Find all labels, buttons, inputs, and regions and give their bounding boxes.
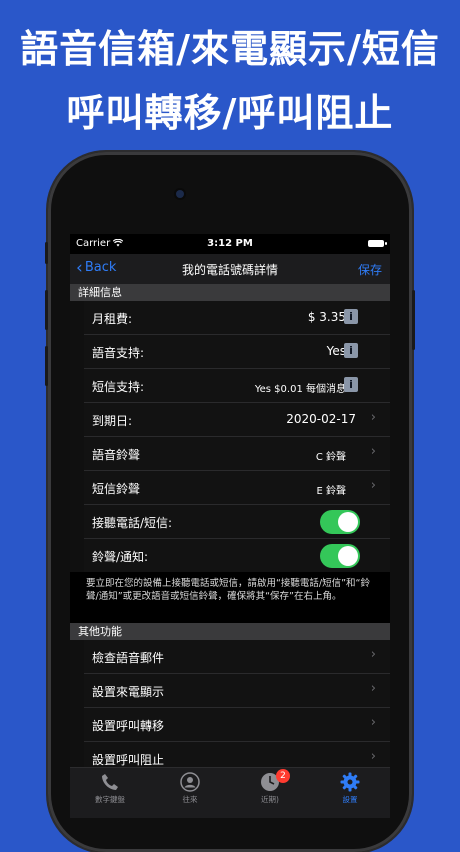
- contact-icon: [180, 772, 200, 792]
- other-features-list: 檢查語音郵件 › 設置來電顯示 › 設置呼叫轉移 › 設置呼叫阻止 ›: [70, 640, 390, 776]
- chevron-right-icon: ›: [370, 410, 376, 425]
- tab-label: 近期): [261, 795, 279, 804]
- gear-icon: [340, 772, 360, 792]
- notification-badge: 2: [276, 769, 290, 783]
- phone-silent-switch: [45, 242, 48, 264]
- chevron-right-icon: ›: [370, 444, 376, 459]
- info-icon[interactable]: i: [344, 309, 358, 324]
- phone-volume-up: [45, 290, 48, 330]
- row-label: 接聽電話/短信:: [92, 516, 173, 530]
- row-label: 設置呼叫轉移: [92, 719, 165, 733]
- save-button[interactable]: 保存: [358, 261, 382, 278]
- page-title: 我的電話號碼詳情: [181, 263, 278, 277]
- ringtone-notify-toggle[interactable]: [320, 544, 360, 568]
- row-value: Yes $0.01 每個消息: [254, 384, 346, 395]
- toggle-knob: [338, 546, 358, 566]
- phone-power-button: [412, 290, 415, 350]
- row-label: 鈴聲/通知:: [92, 550, 149, 564]
- camera-icon: [176, 190, 184, 198]
- chevron-right-icon: ›: [370, 681, 376, 696]
- battery-icon: [368, 240, 387, 247]
- row-sms-support: 短信支持: Yes $0.01 每個消息 i: [84, 369, 390, 403]
- chevron-right-icon: ›: [370, 478, 376, 493]
- answer-calls-toggle[interactable]: [320, 510, 360, 534]
- chevron-right-icon: ›: [370, 749, 376, 764]
- chevron-right-icon: ›: [370, 715, 376, 730]
- details-list: 月租費: $ 3.35 i 語音支持: Yes i 短信支持: Yes $0.0…: [70, 301, 390, 572]
- row-label: 設置呼叫阻止: [92, 753, 165, 767]
- row-monthly-fee: 月租費: $ 3.35 i: [84, 301, 390, 335]
- info-icon[interactable]: i: [344, 377, 358, 392]
- headline-line1: 語音信箱/來電顯示/短信: [20, 27, 440, 71]
- tab-dialpad[interactable]: 數字鍵盤: [70, 768, 150, 818]
- row-voice-support: 語音支持: Yes i: [84, 335, 390, 369]
- app-screen: Carrier 3:12 PM ‹ Back 我的電話號碼詳情 保存 詳細信息 …: [70, 234, 390, 818]
- row-check-voicemail[interactable]: 檢查語音郵件 ›: [84, 640, 390, 674]
- phone-volume-down: [45, 346, 48, 386]
- row-value: E 鈴聲: [316, 486, 347, 497]
- chevron-right-icon: ›: [370, 647, 376, 662]
- footnote-text: 要立即在您的設備上接聽電話或短信，請啟用“接聽電話/短信”和“鈴聲/通知”或更改…: [70, 572, 390, 623]
- section-header-other: 其他功能: [70, 623, 390, 640]
- row-label: 月租費:: [92, 312, 133, 326]
- tab-recents[interactable]: 2 近期): [230, 768, 310, 818]
- row-label: 到期日:: [92, 414, 133, 428]
- row-answer-calls: 接聽電話/短信:: [84, 505, 390, 539]
- row-caller-id[interactable]: 設置來電顯示 ›: [84, 674, 390, 708]
- row-call-forwarding[interactable]: 設置呼叫轉移 ›: [84, 708, 390, 742]
- tab-label: 往來: [182, 795, 198, 804]
- row-voice-ringtone[interactable]: 語音鈴聲 C 鈴聲 ›: [84, 437, 390, 471]
- headline-line2: 呼叫轉移/呼叫阻止: [66, 91, 394, 135]
- row-value: $ 3.35: [307, 310, 346, 324]
- tab-label: 數字鍵盤: [95, 795, 125, 804]
- row-label: 檢查語音郵件: [92, 651, 165, 665]
- row-ringtone-notify: 鈴聲/通知:: [84, 539, 390, 572]
- status-time: 3:12 PM: [207, 238, 253, 249]
- navigation-bar: ‹ Back 我的電話號碼詳情 保存: [70, 254, 390, 284]
- tab-bar: 數字鍵盤 往來 2 近期) 設置: [70, 767, 390, 818]
- row-label: 短信支持:: [92, 380, 145, 394]
- row-value: 2020-02-17: [286, 412, 356, 426]
- tab-contacts[interactable]: 往來: [150, 768, 230, 818]
- phone-icon: [100, 772, 120, 792]
- clock-icon: 2: [260, 769, 290, 792]
- row-value: C 鈴聲: [315, 452, 346, 463]
- toggle-knob: [338, 512, 358, 532]
- row-label: 語音鈴聲: [92, 448, 141, 462]
- tab-label: 設置: [342, 795, 358, 804]
- row-label: 語音支持:: [92, 346, 145, 360]
- info-icon[interactable]: i: [344, 343, 358, 358]
- section-header-details: 詳細信息: [70, 284, 390, 301]
- row-label: 設置來電顯示: [92, 685, 165, 699]
- tab-settings[interactable]: 設置: [310, 768, 390, 818]
- row-expiry-date[interactable]: 到期日: 2020-02-17 ›: [84, 403, 390, 437]
- row-label: 短信鈴聲: [92, 482, 141, 496]
- status-bar: Carrier 3:12 PM: [70, 234, 390, 254]
- row-sms-ringtone[interactable]: 短信鈴聲 E 鈴聲 ›: [84, 471, 390, 505]
